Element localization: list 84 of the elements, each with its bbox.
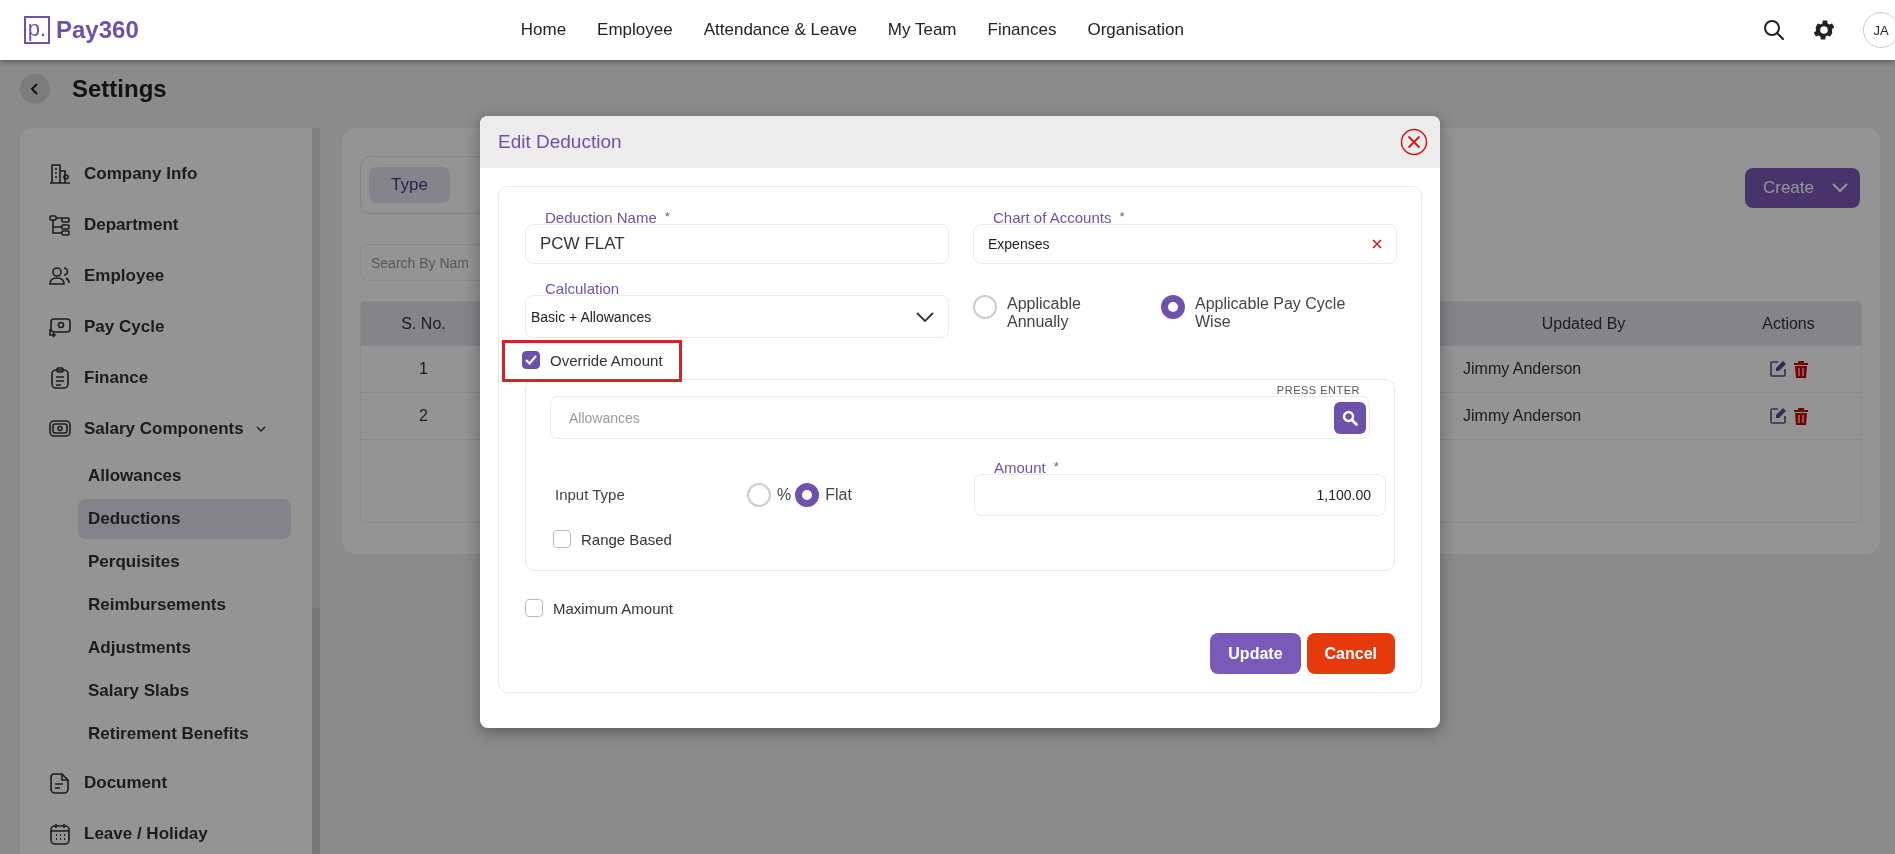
nav-link[interactable]: Attendance & Leave bbox=[703, 20, 857, 40]
sidebar-item[interactable]: Leave / Holiday bbox=[20, 808, 208, 854]
trash-icon[interactable] bbox=[1792, 360, 1809, 378]
create-button[interactable]: Create bbox=[1744, 168, 1860, 208]
action-button[interactable]: Update bbox=[1210, 633, 1301, 674]
sidebar-subitem[interactable]: Deductions bbox=[78, 499, 291, 539]
sidebar-subitem[interactable]: Adjustments bbox=[78, 628, 291, 668]
chevron-left-icon bbox=[30, 83, 40, 95]
building-icon bbox=[48, 161, 72, 186]
document-icon bbox=[48, 770, 72, 795]
checkbox-label[interactable]: Range Based bbox=[581, 530, 672, 548]
sidebar-subitem[interactable]: Perquisites bbox=[78, 542, 291, 582]
search-icon bbox=[1342, 409, 1358, 426]
required-mark: * bbox=[664, 209, 670, 226]
radio-label[interactable]: Applicable Pay Cycle Wise bbox=[1195, 295, 1361, 331]
nav-link[interactable]: My Team bbox=[887, 20, 957, 40]
table-cell-text: 1 bbox=[418, 360, 429, 378]
column-header: S. No. bbox=[400, 314, 447, 333]
radio-button[interactable] bbox=[795, 482, 820, 507]
radio-button[interactable] bbox=[1161, 295, 1185, 319]
edit-icon[interactable] bbox=[1768, 407, 1787, 425]
field-label: Chart of Accounts bbox=[993, 209, 1112, 226]
field-label: Input Type bbox=[554, 486, 626, 503]
table-cell-text: 2 bbox=[418, 407, 429, 425]
sidebar-subitem[interactable]: Salary Slabs bbox=[78, 671, 291, 711]
sidebar-item[interactable]: Employee bbox=[20, 250, 165, 301]
chevron-down-icon bbox=[1832, 183, 1848, 193]
sidebar-item[interactable]: Salary Components bbox=[20, 403, 266, 454]
settings-icon[interactable] bbox=[1811, 17, 1837, 43]
field-label: Deduction Name bbox=[545, 209, 657, 226]
calendar-icon bbox=[48, 821, 72, 846]
input-field[interactable]: Expenses bbox=[973, 224, 1397, 264]
trash-icon[interactable] bbox=[1792, 407, 1809, 425]
logo-text: Pay360 bbox=[56, 16, 139, 44]
search-button[interactable] bbox=[1334, 401, 1366, 434]
checkbox-label[interactable]: Override Amount bbox=[550, 351, 663, 369]
checkbox[interactable] bbox=[525, 599, 543, 617]
logo-mark: p. bbox=[24, 16, 50, 44]
sidebar-subitem[interactable]: Reimbursements bbox=[78, 585, 291, 625]
checkbox[interactable] bbox=[553, 530, 571, 548]
radio-label[interactable]: % bbox=[777, 485, 792, 504]
dialog-title: Edit Deduction bbox=[498, 131, 622, 153]
action-button[interactable]: Cancel bbox=[1306, 633, 1395, 674]
search-field[interactable]: Allowances bbox=[550, 396, 1370, 439]
sidebar-subitem[interactable]: Retirement Benefits bbox=[78, 714, 291, 754]
radio-label[interactable]: Flat bbox=[825, 485, 852, 504]
nav-link[interactable]: Finances bbox=[987, 20, 1057, 40]
column-header: Updated By bbox=[1540, 314, 1627, 333]
required-mark: * bbox=[1053, 459, 1059, 476]
search-icon[interactable] bbox=[1763, 19, 1785, 41]
hint-text: PRESS ENTER bbox=[1275, 384, 1361, 396]
nav-link[interactable]: Home bbox=[520, 20, 567, 40]
field-label: Amount bbox=[994, 459, 1046, 476]
radio-label[interactable]: Applicable Annually bbox=[1007, 295, 1143, 331]
nav-link[interactable]: Employee bbox=[597, 20, 673, 40]
sidebar-item[interactable]: Pay Cycle bbox=[20, 301, 165, 352]
sidebar-item[interactable]: Document bbox=[20, 757, 168, 808]
table-cell-text: Jimmy Anderson bbox=[1462, 407, 1583, 425]
input-field[interactable]: PCW FLAT bbox=[525, 224, 949, 264]
nav-link[interactable]: Organisation bbox=[1087, 20, 1184, 40]
sidebar-item[interactable]: Finance bbox=[20, 352, 149, 403]
column-header: Actions bbox=[1761, 314, 1816, 333]
hierarchy-icon bbox=[48, 212, 72, 237]
back-button[interactable] bbox=[20, 74, 50, 104]
table-cell-text: Jimmy Anderson bbox=[1462, 360, 1583, 378]
required-mark: * bbox=[1119, 209, 1125, 226]
sidebar-item[interactable]: Company Info bbox=[20, 148, 198, 199]
sidebar-subitem[interactable]: Allowances bbox=[78, 456, 291, 496]
page-title: Settings bbox=[72, 75, 167, 103]
clear-icon[interactable] bbox=[1372, 239, 1382, 249]
sidebar-item[interactable]: Department bbox=[20, 199, 179, 250]
clipboard-icon bbox=[48, 365, 72, 390]
check-icon bbox=[525, 355, 537, 365]
scrollbar[interactable] bbox=[312, 128, 320, 854]
edit-icon[interactable] bbox=[1768, 360, 1787, 378]
type-tab[interactable]: Type bbox=[369, 167, 450, 203]
field-label: Calculation bbox=[545, 280, 620, 297]
checkbox[interactable] bbox=[522, 351, 540, 369]
checkbox-label[interactable]: Maximum Amount bbox=[553, 599, 674, 617]
chevron-down-icon bbox=[255, 424, 266, 433]
chevron-down-icon bbox=[916, 311, 934, 322]
close-icon[interactable] bbox=[1400, 128, 1428, 156]
input-field[interactable]: 1,100.00 bbox=[974, 474, 1386, 516]
select-field[interactable]: Basic + Allowances bbox=[525, 295, 949, 338]
